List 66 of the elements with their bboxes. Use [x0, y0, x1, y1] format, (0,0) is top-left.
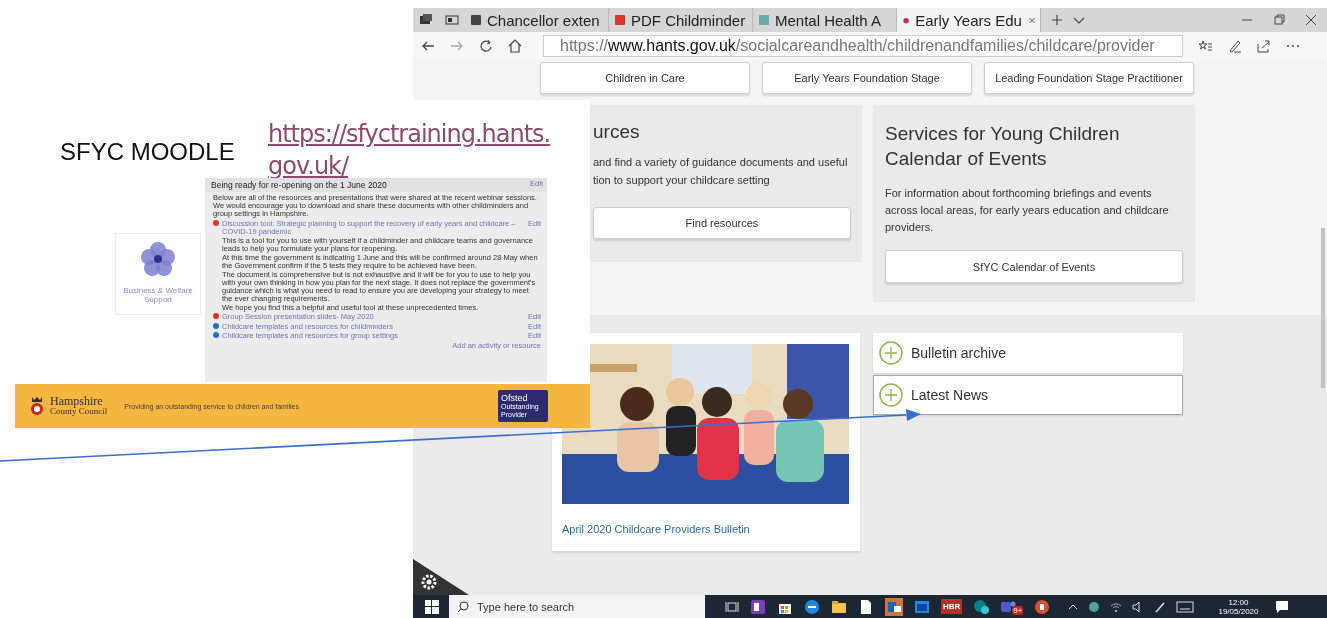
browser-app-icon[interactable] — [804, 598, 820, 615]
pen-icon[interactable] — [1228, 39, 1242, 53]
calendar-button[interactable]: SfYC Calendar of Events — [885, 250, 1183, 283]
tab-title: Chancellor exten — [487, 11, 601, 29]
flower-icon — [139, 240, 177, 278]
slides-app-icon[interactable] — [1034, 598, 1051, 615]
notifications-icon[interactable] — [1274, 599, 1289, 614]
new-tab-icon[interactable] — [1051, 14, 1063, 26]
document-icon[interactable] — [858, 598, 874, 615]
clock-time[interactable]: 12:00 — [1228, 597, 1249, 607]
page-icon — [470, 14, 482, 26]
globe-icon[interactable] — [1088, 600, 1101, 613]
task-view-icon[interactable] — [725, 599, 739, 614]
address-field[interactable]: https://www.hants.gov.uk/socialcareandhealth/childrenandfamilies/childcare/provider — [543, 35, 1183, 57]
browser-tab[interactable]: Early Years Edu — [897, 8, 1041, 32]
favorites-icon[interactable] — [1198, 39, 1213, 53]
card-text: tion to support your childcare setting — [593, 173, 771, 188]
more-icon[interactable] — [1286, 44, 1300, 48]
refresh-icon[interactable] — [479, 39, 493, 53]
scrollbar-thumb[interactable] — [1321, 228, 1325, 388]
restore-icon[interactable] — [1273, 14, 1285, 26]
plus-icon — [879, 383, 903, 407]
keyboard-icon[interactable] — [1176, 600, 1195, 613]
taskbar-search-field[interactable]: Type here to search — [449, 595, 705, 618]
url-text: https://www.hants.gov.uk/socialcareandhealth/childrenandfamilies/childcare/provider — [560, 37, 1155, 55]
accordion-item[interactable]: Bulletin archive — [873, 333, 1183, 373]
nav-button[interactable]: Leading Foundation Stage Practitioner — [984, 62, 1194, 94]
windows-start-icon[interactable] — [425, 599, 439, 614]
page-icon — [758, 14, 770, 26]
nav-button[interactable]: Children in Care — [540, 62, 750, 94]
slide-title: SFYC MOODLE — [60, 138, 235, 166]
accordion-item[interactable]: Latest News — [873, 375, 1183, 415]
section-title: Being ready for re-opening on the 1 June 2020 — [211, 180, 387, 190]
wifi-icon[interactable] — [1110, 600, 1123, 613]
search-icon — [457, 600, 469, 613]
sharepoint-app-icon[interactable] — [973, 598, 990, 615]
notification-badge: 9+ — [1012, 605, 1024, 615]
mail-app-icon[interactable] — [885, 597, 903, 616]
settings-icon[interactable] — [413, 559, 469, 595]
tab-actions-icon[interactable] — [419, 14, 433, 26]
pdf-icon — [614, 14, 626, 26]
card-heading: Services for Young Children Calendar of Events — [885, 122, 1121, 171]
moodle-link[interactable]: https://sfyctraining.hants.gov.uk/ — [268, 118, 558, 182]
notebook-app-icon[interactable] — [750, 598, 766, 615]
folder-icon[interactable] — [831, 598, 847, 615]
home-icon[interactable] — [508, 39, 522, 53]
find-resources-button[interactable]: Find resources — [593, 207, 851, 239]
hbr-app-icon[interactable]: HBR — [941, 599, 963, 614]
clock-date[interactable]: 19/05/2020 — [1218, 606, 1259, 616]
share-icon[interactable] — [1257, 39, 1271, 53]
tab-title: PDF Childminder — [631, 11, 747, 29]
nav-button[interactable]: Early Years Foundation Stage — [762, 62, 972, 94]
close-icon[interactable] — [1305, 14, 1317, 26]
card-text: and find a variety of guidance documents and useful — [593, 155, 848, 170]
card-text: For information about forthcoming briefings and events across local areas, for early years education and childcare providers. — [885, 186, 1170, 235]
tab-title: Early Years Edu — [915, 11, 1022, 29]
plus-icon — [879, 341, 903, 365]
window-app-icon[interactable] — [914, 598, 930, 615]
bulletin-card[interactable]: April 2020 Childcare Providers Bulletin — [552, 333, 860, 551]
council-name: Hampshire — [50, 396, 104, 406]
card-heading: urces — [593, 120, 640, 144]
bulletin-link[interactable]: April 2020 Childcare Providers Bulletin — [562, 523, 850, 535]
tab-title: Mental Health A — [775, 11, 882, 29]
close-icon[interactable] — [1028, 15, 1035, 25]
back-arrow-icon[interactable] — [421, 39, 435, 53]
tab-preview-icon[interactable] — [445, 14, 459, 26]
